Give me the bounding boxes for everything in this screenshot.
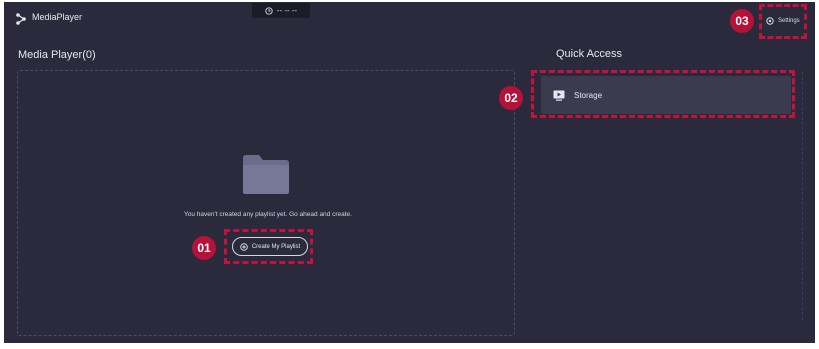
app-logo-icon bbox=[16, 13, 26, 25]
clock-icon bbox=[265, 6, 273, 15]
top-bar: MediaPlayer -- -- -- Settings bbox=[4, 2, 815, 38]
callout-badge-01: 01 bbox=[192, 236, 216, 260]
playlist-area bbox=[17, 70, 515, 336]
callout-highlight-02 bbox=[531, 70, 795, 118]
media-player-screen: MediaPlayer -- -- -- Settings Media Play… bbox=[4, 2, 815, 343]
folder-icon bbox=[243, 155, 289, 194]
media-player-heading: Media Player(0) bbox=[18, 49, 96, 61]
callout-highlight-01 bbox=[224, 229, 313, 264]
quick-access-heading: Quick Access bbox=[556, 48, 623, 60]
callout-badge-03: 03 bbox=[730, 9, 754, 33]
clock-text: -- -- -- bbox=[276, 6, 298, 15]
callout-badge-02: 02 bbox=[499, 86, 523, 110]
app-title: MediaPlayer bbox=[32, 12, 83, 22]
clock-status: -- -- -- bbox=[252, 3, 310, 18]
callout-highlight-03 bbox=[759, 4, 807, 39]
empty-playlist-message: You haven't created any playlist yet. Go… bbox=[184, 211, 352, 218]
